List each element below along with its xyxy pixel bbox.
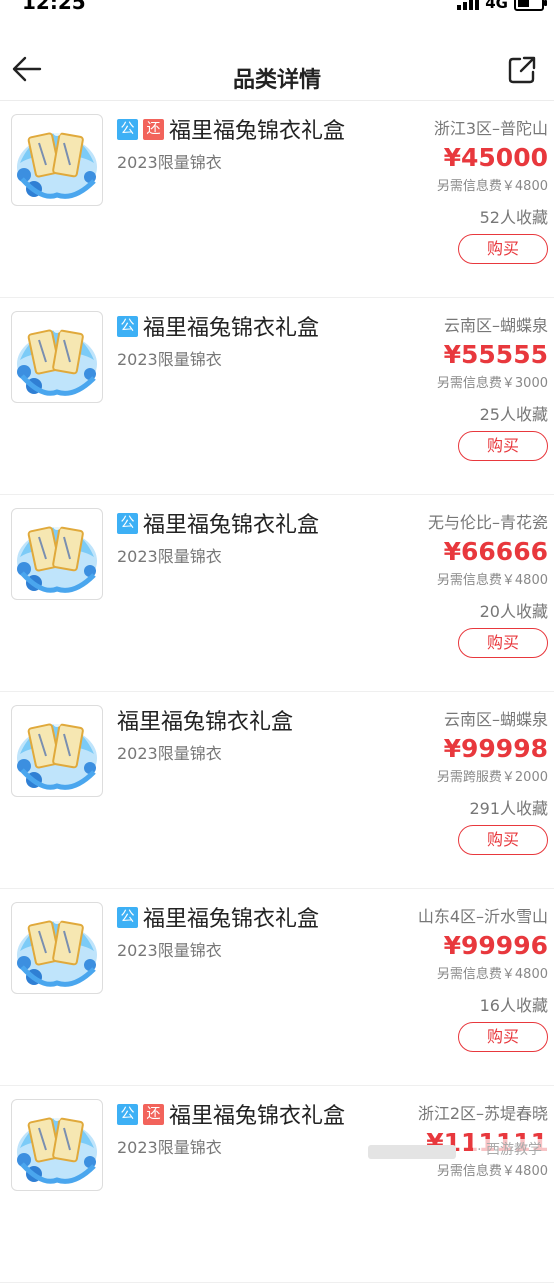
signal-icon xyxy=(457,0,480,10)
extra-fee: 另需信息费￥4800 xyxy=(436,179,548,194)
favorites-count: 16人收藏 xyxy=(479,996,548,1015)
public-badge: 公 xyxy=(117,906,138,928)
product-name: 福里福兔锦衣礼盒 xyxy=(117,710,294,735)
server-name: 山东4区–沂水雪山 xyxy=(417,907,548,926)
status-time: 12:25 xyxy=(22,0,86,14)
product-subtitle: 2023限量锦衣 xyxy=(117,547,222,566)
extra-fee: 另需信息费￥4800 xyxy=(436,573,548,588)
buy-button[interactable]: 购买 xyxy=(458,431,548,461)
product-subtitle: 2023限量锦衣 xyxy=(117,350,222,369)
price-column: 云南区–蝴蝶泉 ¥55555 另需信息费￥3000 25人收藏购买 xyxy=(288,312,548,461)
price: ¥99998 xyxy=(443,734,548,763)
server-name: 云南区–蝴蝶泉 xyxy=(443,710,548,729)
server-name: 浙江2区–苏堤春晓 xyxy=(417,1104,548,1123)
extra-fee: 另需信息费￥4800 xyxy=(436,967,548,982)
price: ¥66666 xyxy=(443,537,548,566)
product-list: 公还福里福兔锦衣礼盒 2023限量锦衣 浙江3区–普陀山 ¥45000 另需信息费￥48… xyxy=(0,101,554,1283)
buy-button[interactable]: 购买 xyxy=(458,234,548,264)
server-name: 无与伦比–青花瓷 xyxy=(427,513,548,532)
public-badge: 公 xyxy=(117,315,138,337)
buy-button[interactable]: 购买 xyxy=(458,825,548,855)
public-badge: 公 xyxy=(117,1103,138,1125)
price: ¥45000 xyxy=(443,143,548,172)
status-icons: 4G xyxy=(457,0,547,12)
buy-button[interactable]: 购买 xyxy=(458,1022,548,1052)
status-bar: 12:25 4G xyxy=(0,0,554,28)
watermark-blur xyxy=(368,1145,456,1159)
product-subtitle: 2023限量锦衣 xyxy=(117,153,222,172)
price-column: 山东4区–沂水雪山 ¥99996 另需信息费￥4800 16人收藏购买 xyxy=(288,903,548,1052)
page-title: 品类详情 xyxy=(232,68,321,93)
favorites-count: 52人收藏 xyxy=(479,208,548,227)
watermark: · 西游教学 xyxy=(473,1139,546,1159)
nav-header: 品类详情 xyxy=(0,40,554,101)
public-badge: 公 xyxy=(117,512,138,534)
list-item[interactable]: 公还福里福兔锦衣礼盒2023限量锦衣浙江2区–苏堤春晓¥111111另需信息费￥… xyxy=(0,1086,554,1283)
network-type: 4G xyxy=(485,0,508,12)
product-subtitle: 2023限量锦衣 xyxy=(117,744,222,763)
product-thumbnail[interactable] xyxy=(11,508,103,600)
price: ¥99996 xyxy=(443,931,548,960)
return-badge: 还 xyxy=(143,118,164,140)
product-thumbnail[interactable] xyxy=(11,311,103,403)
extra-fee: 另需跨服费￥2000 xyxy=(436,770,548,785)
product-subtitle: 2023限量锦衣 xyxy=(117,1138,222,1157)
price: ¥55555 xyxy=(443,340,548,369)
product-thumbnail[interactable] xyxy=(11,705,103,797)
public-badge: 公 xyxy=(117,118,138,140)
server-name: 浙江3区–普陀山 xyxy=(433,119,548,138)
list-item[interactable]: 公还福里福兔锦衣礼盒 2023限量锦衣 浙江3区–普陀山 ¥45000 另需信息费￥48… xyxy=(0,101,554,298)
product-name-row: 福里福兔锦衣礼盒 xyxy=(117,704,293,736)
extra-fee: 另需信息费￥4800 xyxy=(436,1164,548,1179)
favorites-count: 291人收藏 xyxy=(469,799,548,818)
extra-fee: 另需信息费￥3000 xyxy=(436,376,548,391)
list-item[interactable]: 福里福兔锦衣礼盒 2023限量锦衣 云南区–蝴蝶泉 ¥99998 另需跨服费￥2000 2… xyxy=(0,692,554,889)
price-column: 浙江3区–普陀山 ¥45000 另需信息费￥4800 52人收藏购买 xyxy=(288,115,548,264)
buy-button[interactable]: 购买 xyxy=(458,628,548,658)
return-badge: 还 xyxy=(143,1103,164,1125)
product-thumbnail[interactable] xyxy=(11,902,103,994)
list-item[interactable]: 公福里福兔锦衣礼盒 2023限量锦衣 山东4区–沂水雪山 ¥99996 另需信息费￥48… xyxy=(0,889,554,1086)
product-thumbnail[interactable] xyxy=(11,1099,103,1191)
price-column: 无与伦比–青花瓷 ¥66666 另需信息费￥4800 20人收藏购买 xyxy=(288,509,548,658)
favorites-count: 25人收藏 xyxy=(479,405,548,424)
product-subtitle: 2023限量锦衣 xyxy=(117,941,222,960)
product-thumbnail[interactable] xyxy=(11,114,103,206)
favorites-count: 20人收藏 xyxy=(479,602,548,621)
share-icon[interactable] xyxy=(506,54,538,86)
server-name: 云南区–蝴蝶泉 xyxy=(443,316,548,335)
price-column: 云南区–蝴蝶泉 ¥99998 另需跨服费￥2000 291人收藏购买 xyxy=(288,706,548,855)
battery-icon xyxy=(514,0,547,11)
list-item[interactable]: 公福里福兔锦衣礼盒 2023限量锦衣 云南区–蝴蝶泉 ¥55555 另需信息费￥3000… xyxy=(0,298,554,495)
list-item[interactable]: 公福里福兔锦衣礼盒 2023限量锦衣 无与伦比–青花瓷 ¥66666 另需信息费￥480… xyxy=(0,495,554,692)
